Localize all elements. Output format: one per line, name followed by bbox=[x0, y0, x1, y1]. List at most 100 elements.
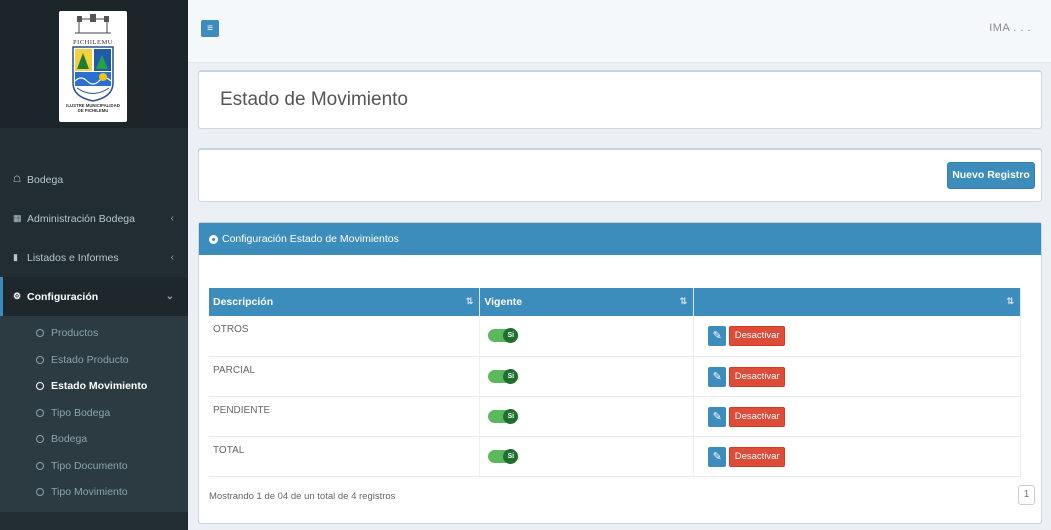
table-info: Mostrando 1 de 04 de un total de 4 regis… bbox=[209, 491, 396, 502]
column-label: Vigente bbox=[484, 296, 523, 308]
submenu-item-label: Bodega bbox=[51, 433, 88, 446]
sidebar-toggle-button[interactable]: ≡ bbox=[201, 20, 219, 37]
new-record-button[interactable]: Nuevo Registro bbox=[947, 162, 1035, 189]
submenu-item-label: Tipo Movimiento bbox=[51, 486, 128, 499]
crest-title: PICHILEMU bbox=[73, 39, 113, 46]
configuracion-submenu: Productos Estado Producto Estado Movimie… bbox=[0, 316, 188, 512]
chevron-left-icon: ‹ bbox=[170, 213, 174, 224]
actions-box: Nuevo Registro bbox=[198, 148, 1042, 202]
toggle-knob: Si bbox=[503, 408, 519, 424]
cell-actions: ✎ Desactivar bbox=[693, 356, 1021, 397]
table-icon: ▦ bbox=[13, 213, 22, 223]
sidebar-item-label: Bodega bbox=[27, 173, 64, 186]
sidebar: PICHILEMU ILUSTRE MUNICIPALIDAD DE PICHI… bbox=[0, 0, 188, 530]
toggle-knob: Si bbox=[503, 328, 519, 343]
edit-button[interactable]: ✎ bbox=[708, 406, 727, 427]
submenu-item-tipo-bodega[interactable]: Tipo Bodega bbox=[0, 400, 188, 427]
edit-button[interactable]: ✎ bbox=[708, 326, 727, 346]
table-row: TOTAL Si ✎ Desactivar bbox=[209, 436, 1021, 477]
column-header-vigente[interactable]: Vigente ⇅ bbox=[479, 288, 695, 316]
submenu-item-label: Productos bbox=[51, 327, 99, 340]
circle-icon bbox=[36, 488, 44, 497]
cell-descripcion: PENDIENTE bbox=[209, 396, 481, 437]
sidebar-item-bodega[interactable]: ☖ Bodega bbox=[0, 160, 188, 199]
table-row: OTROS Si ✎ Desactivar bbox=[209, 316, 1021, 357]
deactivate-button[interactable]: Desactivar bbox=[729, 326, 786, 346]
circle-icon bbox=[36, 435, 44, 444]
table-row: PENDIENTE Si ✎ Desactivar bbox=[209, 396, 1021, 437]
vigente-toggle[interactable]: Si bbox=[488, 328, 519, 343]
circle-icon bbox=[36, 408, 44, 417]
edit-button[interactable]: ✎ bbox=[708, 366, 727, 387]
deactivate-button[interactable]: Desactivar bbox=[729, 446, 786, 467]
page-title: Estado de Movimiento bbox=[220, 89, 408, 110]
cell-descripcion: PARCIAL bbox=[209, 356, 481, 397]
sidebar-item-label: Listados e Informes bbox=[27, 251, 119, 264]
toggle-knob: Si bbox=[503, 448, 519, 464]
sort-icon: ⇅ bbox=[465, 296, 474, 306]
home-icon: ☖ bbox=[13, 174, 22, 184]
submenu-item-bodega[interactable]: Bodega bbox=[0, 426, 188, 453]
config-panel: Configuración Estado de Movimientos Desc… bbox=[198, 222, 1042, 524]
deactivate-button[interactable]: Desactivar bbox=[729, 406, 786, 427]
cell-actions: ✎ Desactivar bbox=[693, 396, 1021, 437]
gear-icon bbox=[209, 234, 218, 244]
cogs-icon: ⚙ bbox=[13, 291, 22, 301]
top-navbar: ≡ IMA . . . bbox=[188, 0, 1051, 63]
sort-icon: ⇅ bbox=[679, 296, 688, 306]
file-icon: ▮ bbox=[13, 252, 18, 262]
cell-vigente: Si bbox=[479, 356, 695, 397]
status-table: Descripción ⇅ Vigente ⇅ ⇅ OTROS Si ✎ Desact… bbox=[209, 288, 1021, 477]
circle-icon bbox=[36, 329, 44, 338]
pencil-icon: ✎ bbox=[712, 410, 722, 423]
pagination-page-1[interactable]: 1 bbox=[1018, 485, 1035, 505]
pencil-icon: ✎ bbox=[712, 330, 722, 342]
circle-icon bbox=[36, 382, 44, 391]
table-row: PARCIAL Si ✎ Desactivar bbox=[209, 356, 1021, 397]
logo-area: PICHILEMU ILUSTRE MUNICIPALIDAD DE PICHI… bbox=[0, 0, 188, 128]
submenu-item-tipo-documento[interactable]: Tipo Documento bbox=[0, 453, 188, 480]
cell-vigente: Si bbox=[479, 396, 695, 437]
sort-icon: ⇅ bbox=[1006, 296, 1014, 306]
column-header-actions[interactable]: ⇅ bbox=[693, 288, 1021, 316]
submenu-item-label: Estado Movimiento bbox=[51, 380, 148, 393]
deactivate-button[interactable]: Desactivar bbox=[729, 366, 786, 387]
logo-caption: ILUSTRE MUNICIPALIDAD DE PICHILEMU bbox=[59, 103, 127, 113]
table-header-row: Descripción ⇅ Vigente ⇅ ⇅ bbox=[209, 288, 1021, 316]
submenu-item-estado-movimiento[interactable]: Estado Movimiento bbox=[0, 373, 188, 400]
submenu-item-label: Tipo Bodega bbox=[51, 406, 111, 419]
sidebar-item-label: Administración Bodega bbox=[27, 212, 135, 225]
cell-actions: ✎ Desactivar bbox=[693, 436, 1021, 477]
vigente-toggle[interactable]: Si bbox=[488, 448, 519, 464]
sidebar-item-listados-informes[interactable]: ▮ Listados e Informes ‹ bbox=[0, 238, 188, 277]
cell-descripcion: OTROS bbox=[209, 316, 481, 357]
page-title-box: Estado de Movimiento bbox=[198, 70, 1042, 129]
panel-title: Configuración Estado de Movimientos bbox=[222, 233, 399, 245]
sidebar-item-configuracion[interactable]: ⚙ Configuración ⌄ bbox=[0, 277, 188, 316]
sidebar-item-administracion-bodega[interactable]: ▦ Administración Bodega ‹ bbox=[0, 199, 188, 238]
cell-actions: ✎ Desactivar bbox=[693, 316, 1021, 357]
pencil-icon: ✎ bbox=[712, 370, 722, 383]
submenu-item-estado-producto[interactable]: Estado Producto bbox=[0, 347, 188, 374]
edit-button[interactable]: ✎ bbox=[708, 446, 727, 467]
chevron-left-icon: ‹ bbox=[170, 252, 174, 263]
circle-icon bbox=[36, 355, 44, 364]
cell-vigente: Si bbox=[479, 316, 695, 357]
vigente-toggle[interactable]: Si bbox=[488, 368, 519, 384]
pencil-icon: ✎ bbox=[712, 450, 722, 463]
sidebar-item-label: Configuración bbox=[27, 290, 99, 303]
submenu-item-tipo-movimiento[interactable]: Tipo Movimiento bbox=[0, 479, 188, 506]
toggle-knob: Si bbox=[503, 368, 519, 384]
chevron-down-icon: ⌄ bbox=[165, 291, 174, 302]
circle-icon bbox=[36, 461, 44, 470]
user-menu[interactable]: IMA . . . bbox=[989, 22, 1031, 34]
submenu-item-productos[interactable]: Productos bbox=[0, 320, 188, 347]
column-label: Descripción bbox=[213, 296, 274, 308]
panel-header: Configuración Estado de Movimientos bbox=[199, 223, 1041, 255]
submenu-item-label: Tipo Documento bbox=[51, 459, 128, 472]
municipality-logo[interactable]: PICHILEMU ILUSTRE MUNICIPALIDAD DE PICHI… bbox=[59, 11, 127, 122]
submenu-item-label: Estado Producto bbox=[51, 353, 129, 366]
cell-descripcion: TOTAL bbox=[209, 436, 481, 477]
column-header-descripcion[interactable]: Descripción ⇅ bbox=[209, 288, 481, 316]
vigente-toggle[interactable]: Si bbox=[488, 408, 519, 424]
